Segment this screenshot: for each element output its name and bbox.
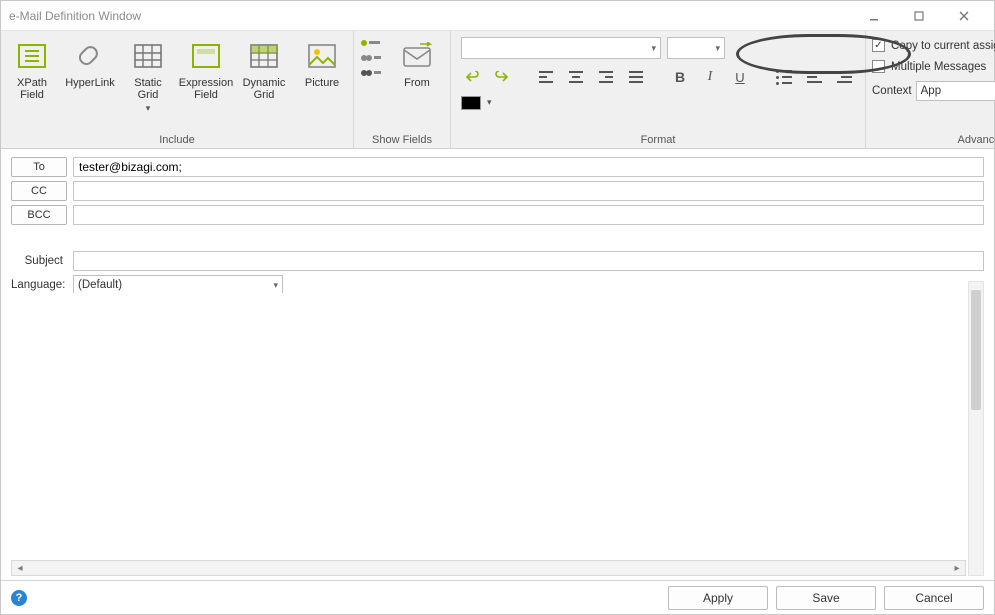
close-button[interactable] — [941, 2, 986, 30]
subject-label: Subject — [11, 255, 67, 267]
cc-toggle-icon[interactable] — [360, 52, 382, 64]
ribbon-group-advanced: ✓ Copy to current assignee Multiple Mess… — [866, 31, 995, 148]
ribbon-group-showfields: From Show Fields — [354, 31, 451, 148]
header-fields: To CC BCC Subject Language: (Default) ▾ — [1, 149, 994, 299]
decrease-indent-button[interactable] — [803, 67, 825, 87]
maximize-button[interactable] — [896, 2, 941, 30]
to-button[interactable]: To — [11, 157, 67, 177]
apply-button[interactable]: Apply — [668, 586, 768, 610]
font-color-swatch[interactable] — [461, 96, 481, 110]
font-color-dropdown[interactable]: ▾ — [485, 95, 494, 110]
cc-button[interactable]: CC — [11, 181, 67, 201]
font-size-combo[interactable]: ▾ — [667, 37, 725, 59]
bold-button[interactable]: B — [669, 67, 691, 87]
ribbon-group-include-label: Include — [7, 132, 347, 146]
redo-button[interactable] — [491, 67, 513, 87]
static-grid-label: Static Grid — [134, 77, 162, 101]
hyperlink-label: HyperLink — [65, 77, 115, 89]
minimize-button[interactable] — [851, 2, 896, 30]
context-label: Context — [872, 85, 912, 97]
expression-field-button[interactable]: Expression Field — [181, 35, 231, 105]
titlebar: e-Mail Definition Window — [1, 1, 994, 31]
context-combo[interactable]: App ▾ — [916, 81, 995, 101]
footer: ? Apply Save Cancel — [1, 580, 994, 614]
window-controls — [851, 2, 986, 30]
italic-button[interactable]: I — [699, 67, 721, 87]
context-value: App — [921, 85, 941, 97]
help-icon[interactable]: ? — [11, 590, 27, 606]
language-value: (Default) — [78, 279, 122, 291]
subject-input[interactable] — [73, 251, 984, 271]
save-button[interactable]: Save — [776, 586, 876, 610]
language-label: Language: — [11, 279, 67, 291]
horizontal-scrollbar[interactable]: ◂ ▸ — [11, 560, 966, 576]
copy-to-assignee-label: Copy to current assignee — [891, 40, 995, 52]
ribbon: XPath Field HyperLink Static Grid ▾ Exp — [1, 31, 994, 149]
chevron-down-icon: ▾ — [715, 43, 720, 54]
cancel-button[interactable]: Cancel — [884, 586, 984, 610]
from-button[interactable]: From — [390, 35, 444, 93]
ribbon-group-include: XPath Field HyperLink Static Grid ▾ Exp — [1, 31, 354, 148]
picture-button[interactable]: Picture — [297, 35, 347, 93]
language-select[interactable]: (Default) ▾ — [73, 275, 283, 295]
font-family-combo[interactable]: ▾ — [461, 37, 661, 59]
dynamic-grid-icon — [246, 39, 282, 73]
ribbon-group-format: ▾ ▾ B I U — [451, 31, 866, 148]
scroll-thumb[interactable] — [971, 290, 981, 410]
align-right-button[interactable] — [595, 67, 617, 87]
expression-field-label: Expression Field — [179, 77, 233, 101]
static-grid-button[interactable]: Static Grid ▾ — [123, 35, 173, 118]
picture-label: Picture — [305, 77, 339, 89]
chevron-down-icon: ▾ — [651, 43, 656, 54]
ribbon-group-showfields-label: Show Fields — [360, 132, 444, 146]
multiple-messages-row[interactable]: Multiple Messages — [872, 60, 986, 73]
scroll-right-arrow[interactable]: ▸ — [950, 561, 964, 575]
to-toggle-icon[interactable] — [360, 37, 382, 49]
ribbon-group-format-label: Format — [457, 132, 859, 146]
xpath-field-button[interactable]: XPath Field — [7, 35, 57, 105]
hyperlink-icon — [72, 39, 108, 73]
increase-indent-button[interactable] — [833, 67, 855, 87]
align-center-button[interactable] — [565, 67, 587, 87]
cc-input[interactable] — [73, 181, 984, 201]
chevron-down-icon: ▾ — [273, 280, 278, 291]
from-label: From — [404, 77, 430, 89]
bcc-toggle-icon[interactable] — [360, 67, 382, 79]
bcc-button[interactable]: BCC — [11, 205, 67, 225]
bcc-input[interactable] — [73, 205, 984, 225]
undo-button[interactable] — [461, 67, 483, 87]
align-justify-button[interactable] — [625, 67, 647, 87]
multiple-messages-label: Multiple Messages — [891, 61, 986, 73]
static-grid-dropdown-icon: ▾ — [146, 103, 151, 114]
copy-to-assignee-checkbox[interactable]: ✓ — [872, 39, 885, 52]
scroll-left-arrow[interactable]: ◂ — [13, 561, 27, 575]
picture-icon — [304, 39, 340, 73]
hyperlink-button[interactable]: HyperLink — [65, 35, 115, 93]
dynamic-grid-label: Dynamic Grid — [243, 77, 286, 101]
xpath-field-icon — [14, 39, 50, 73]
underline-button[interactable]: U — [729, 67, 751, 87]
from-icon — [399, 39, 435, 73]
copy-to-assignee-row[interactable]: ✓ Copy to current assignee — [872, 39, 995, 52]
expression-field-icon — [188, 39, 224, 73]
static-grid-icon — [130, 39, 166, 73]
window-title: e-Mail Definition Window — [9, 9, 851, 23]
email-body-editor[interactable] — [11, 293, 966, 566]
align-left-button[interactable] — [535, 67, 557, 87]
multiple-messages-checkbox[interactable] — [872, 60, 885, 73]
bullet-list-button[interactable] — [773, 67, 795, 87]
vertical-scrollbar[interactable] — [968, 281, 984, 576]
dynamic-grid-button[interactable]: Dynamic Grid — [239, 35, 289, 105]
xpath-field-label: XPath Field — [17, 77, 47, 101]
to-input[interactable] — [73, 157, 984, 177]
ribbon-group-advanced-label: Advanced — [872, 132, 995, 146]
